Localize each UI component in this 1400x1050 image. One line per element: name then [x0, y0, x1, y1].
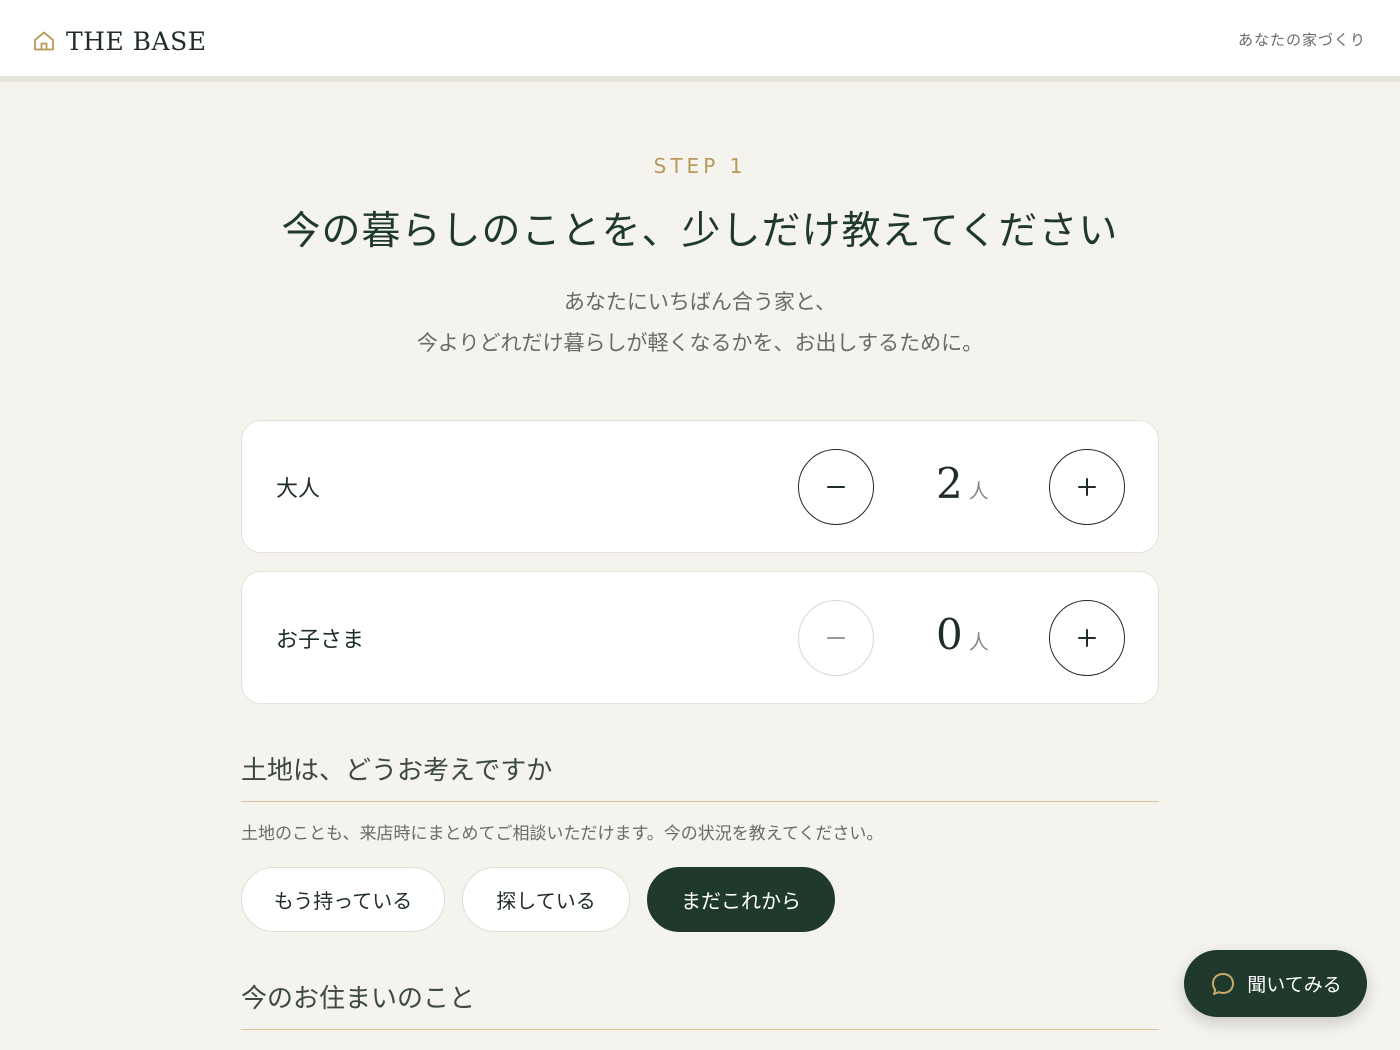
minus-icon: [825, 476, 847, 498]
adults-count-unit: 人: [968, 479, 989, 503]
brand-name: THE BASE: [66, 26, 207, 56]
land-option-own[interactable]: もう持っている: [241, 867, 445, 932]
land-option-not-yet[interactable]: まだこれから: [647, 867, 835, 932]
chat-bubble-icon: [1209, 970, 1237, 998]
site-header: THE BASE あなたの家づくり: [0, 0, 1400, 82]
brand-logo[interactable]: THE BASE: [32, 22, 206, 60]
adults-count: 2 人: [922, 459, 1032, 508]
adults-card: 大人 2 人: [241, 420, 1159, 553]
nav-link-home-building[interactable]: あなたの家づくり: [1238, 29, 1366, 50]
plus-icon: [1076, 476, 1098, 498]
children-count: 0 人: [922, 610, 1032, 659]
page-title: 今の暮らしのことを、少しだけ教えてください: [281, 209, 1119, 254]
children-count-unit: 人: [968, 630, 989, 654]
minus-icon: [825, 627, 847, 649]
children-card: お子さま 0 人: [241, 571, 1159, 704]
adults-label: 大人: [276, 477, 321, 502]
step-indicator: STEP 1: [653, 154, 747, 178]
adults-decrement-button[interactable]: [798, 449, 874, 525]
subtitle-line-2: 今よりどれだけ暮らしが軽くなるかを、お出しするために。: [416, 331, 984, 355]
children-increment-button[interactable]: [1049, 600, 1125, 676]
subtitle-line-1: あなたにいちばん合う家と、: [563, 290, 837, 314]
children-count-value: 0: [936, 610, 963, 659]
adults-increment-button[interactable]: [1049, 449, 1125, 525]
land-section-description: 土地のことも、来店時にまとめてご相談いただけます。今の状況を教えてください。: [241, 824, 884, 844]
plus-icon: [1076, 627, 1098, 649]
home-icon: [32, 29, 56, 53]
ask-help-button[interactable]: 聞いてみる: [1184, 950, 1367, 1017]
residence-section-title: 今のお住まいのこと: [241, 978, 1159, 1030]
children-label: お子さま: [276, 628, 365, 653]
adults-count-value: 2: [936, 459, 963, 508]
land-section-title: 土地は、どうお考えですか: [241, 750, 1159, 802]
land-option-searching[interactable]: 探している: [462, 867, 630, 932]
children-decrement-button[interactable]: [798, 600, 874, 676]
ask-help-label: 聞いてみる: [1247, 974, 1342, 996]
